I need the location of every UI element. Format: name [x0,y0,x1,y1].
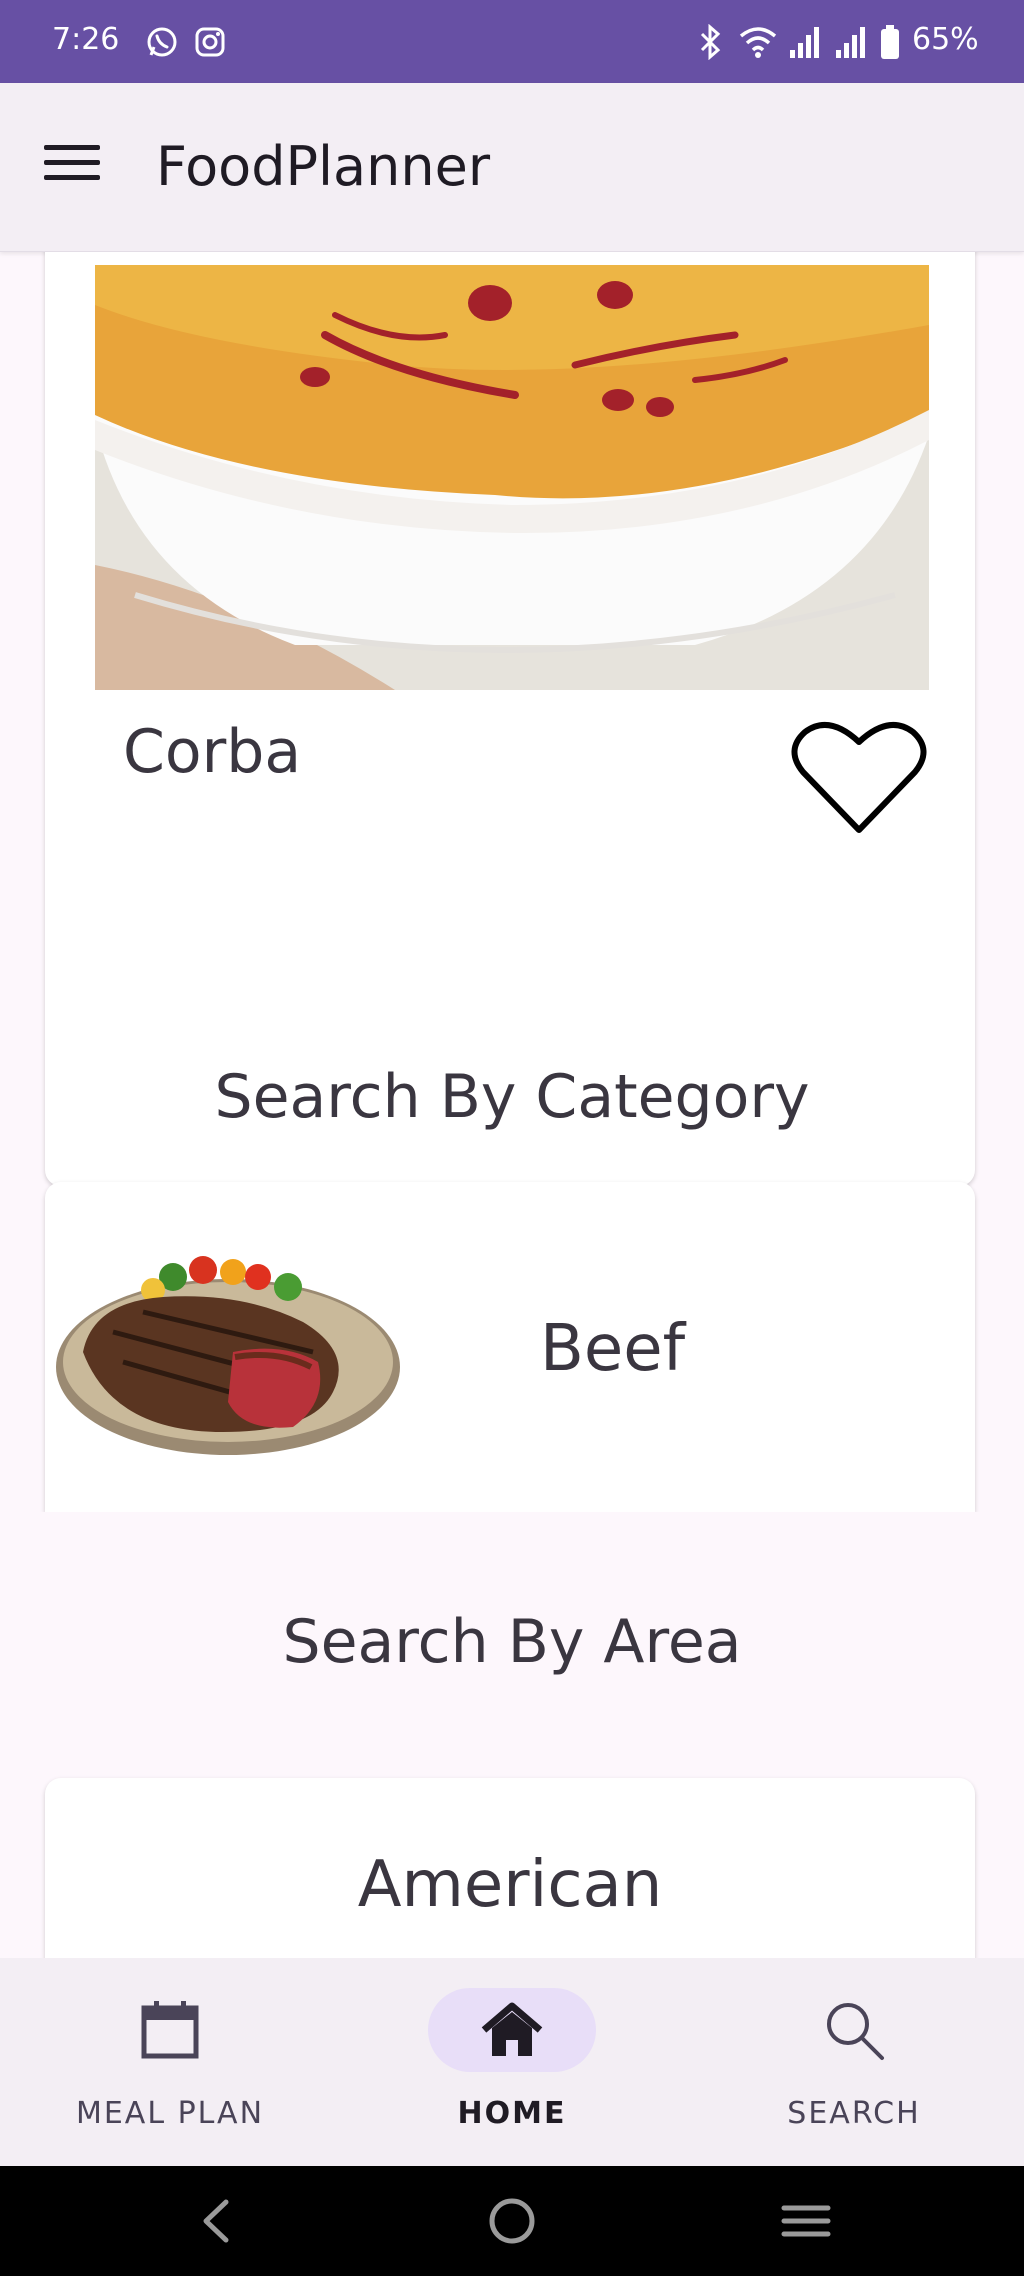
instagram-icon [195,27,225,57]
search-icon [827,2003,884,2060]
hamburger-menu-icon[interactable] [44,145,100,189]
nav-home[interactable]: HOME [342,1958,682,2166]
heart-outline-icon[interactable] [789,712,929,842]
bottom-navigation: MEAL PLAN HOME SEARCH [0,1958,1024,2166]
signal-icon [836,27,865,58]
app-title: FoodPlanner [156,135,491,198]
home-circle-icon[interactable] [482,2196,542,2246]
nav-search[interactable]: SEARCH [684,1958,1024,2166]
nav-label: HOME [457,2096,567,2131]
status-time: 7:26 [52,22,120,57]
home-icon [481,2002,543,2056]
back-icon[interactable] [186,2196,246,2246]
battery-percent: 65% [912,22,979,57]
nav-label: SEARCH [787,2096,921,2131]
whatsapp-icon [147,27,177,57]
app-bar: FoodPlanner [0,83,1024,252]
wifi-icon [739,27,777,58]
battery-icon [881,25,899,59]
area-card-american[interactable]: American [45,1778,975,1958]
status-bar: 7:26 65% [0,0,1024,83]
calendar-icon [141,2001,199,2059]
category-section-title: Search By Category [214,1062,810,1132]
area-label: American [357,1848,663,1922]
bluetooth-icon [700,24,721,60]
lentil-soup-image [95,265,929,690]
recents-icon[interactable] [776,2196,836,2246]
category-label: Beef [540,1312,686,1386]
nav-label: MEAL PLAN [75,2096,265,2131]
grilled-steak-image [53,1242,413,1462]
area-section-title: Search By Area [282,1607,742,1677]
home-scroll-content[interactable]: Corba Search By Category Beef Search By … [0,252,1024,1958]
system-navigation-bar [0,2166,1024,2276]
signal-icon [790,27,819,58]
meal-of-the-day-card[interactable]: Corba [45,252,975,1186]
category-card-beef[interactable]: Beef [45,1182,975,1512]
meal-name: Corba [123,717,302,787]
nav-meal-plan[interactable]: MEAL PLAN [0,1958,340,2166]
